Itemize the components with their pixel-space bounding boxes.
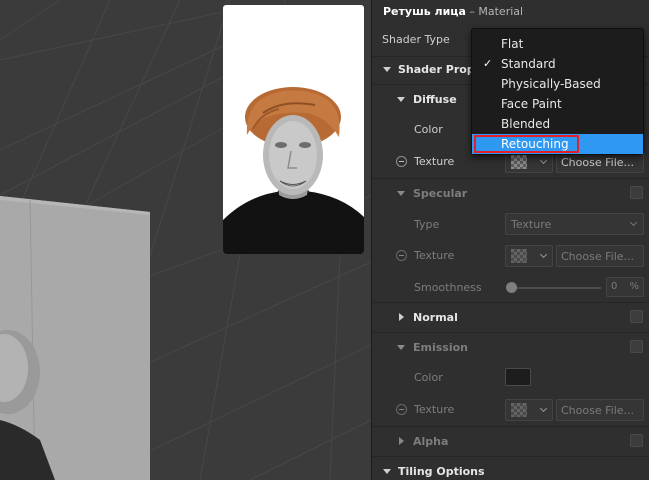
expand-triangle-icon[interactable] [399, 437, 404, 445]
collapse-triangle-icon[interactable] [397, 191, 405, 196]
material-type-label: – Material [469, 5, 524, 18]
specular-enable-checkbox[interactable] [630, 186, 643, 199]
divider [372, 332, 649, 333]
shader-option-blended[interactable]: Blended [472, 114, 643, 134]
option-label: Standard [501, 57, 556, 71]
emission-enable-checkbox[interactable] [630, 340, 643, 353]
diffuse-header[interactable]: Diffuse [413, 93, 457, 106]
smoothness-slider-knob[interactable] [506, 282, 517, 293]
link-icon[interactable] [396, 156, 407, 167]
link-icon[interactable] [396, 250, 407, 261]
collapse-triangle-icon[interactable] [383, 67, 391, 72]
shader-option-physically-based[interactable]: Physically-Based [472, 74, 643, 94]
shader-type-label: Shader Type [382, 33, 450, 46]
chevron-down-icon [539, 404, 548, 413]
highlight-box [474, 135, 579, 153]
shader-type-dropdown-menu[interactable]: Flat ✓ Standard Physically-Based Face Pa… [471, 28, 644, 155]
alpha-header[interactable]: Alpha [413, 435, 448, 448]
collapse-triangle-icon[interactable] [397, 97, 405, 102]
smoothness-value: 0 [611, 281, 618, 292]
divider [372, 178, 649, 179]
collapse-triangle-icon[interactable] [397, 345, 405, 350]
chevron-down-icon [629, 218, 638, 227]
face-preview-illustration [223, 87, 364, 254]
divider [372, 302, 649, 303]
specular-texture-picker[interactable] [505, 245, 553, 267]
smoothness-label: Smoothness [414, 281, 482, 294]
diffuse-texture-label: Texture [414, 155, 455, 168]
option-label: Face Paint [501, 97, 562, 111]
tiling-options-header[interactable]: Tiling Options [398, 465, 485, 478]
collapse-triangle-icon[interactable] [383, 469, 391, 474]
texture-thumbnail-icon [511, 155, 527, 169]
shader-option-standard[interactable]: ✓ Standard [472, 54, 643, 74]
emission-texture-picker[interactable] [505, 399, 553, 421]
smoothness-unit: % [629, 281, 639, 292]
shader-option-retouching[interactable]: Retouching [472, 134, 643, 154]
alpha-enable-checkbox[interactable] [630, 434, 643, 447]
option-label: Flat [501, 37, 524, 51]
specular-type-label: Type [414, 218, 440, 231]
option-label: Physically-Based [501, 77, 601, 91]
divider [372, 426, 649, 427]
specular-choose-file-button[interactable]: Choose File... [556, 245, 644, 267]
specular-header[interactable]: Specular [413, 187, 467, 200]
emission-texture-label: Texture [414, 403, 455, 416]
normal-header[interactable]: Normal [413, 311, 458, 324]
specular-type-value: Texture [511, 218, 552, 231]
texture-thumbnail-icon [511, 249, 527, 263]
normal-enable-checkbox[interactable] [630, 310, 643, 323]
chevron-down-icon [539, 156, 548, 165]
specular-type-select[interactable]: Texture [505, 213, 644, 235]
shader-option-face-paint[interactable]: Face Paint [472, 94, 643, 114]
link-icon[interactable] [396, 404, 407, 415]
specular-texture-label: Texture [414, 249, 455, 262]
option-label: Blended [501, 117, 551, 131]
inspector-title: Ретушь лица – Material [383, 5, 523, 18]
material-name: Ретушь лица [383, 5, 466, 18]
emission-color-swatch[interactable] [505, 368, 531, 386]
scene-viewport[interactable] [0, 0, 371, 480]
shader-option-flat[interactable]: Flat [472, 34, 643, 54]
diffuse-color-label: Color [414, 123, 443, 136]
divider [372, 456, 649, 457]
smoothness-slider-track[interactable] [510, 287, 601, 289]
emission-choose-file-button[interactable]: Choose File... [556, 399, 644, 421]
smoothness-input[interactable]: 0 % [606, 277, 644, 297]
expand-triangle-icon[interactable] [399, 313, 404, 321]
camera-preview [223, 5, 364, 254]
emission-header[interactable]: Emission [413, 341, 468, 354]
checkmark-icon: ✓ [483, 57, 493, 70]
chevron-down-icon [539, 250, 548, 259]
emission-color-label: Color [414, 371, 443, 384]
texture-thumbnail-icon [511, 403, 527, 417]
